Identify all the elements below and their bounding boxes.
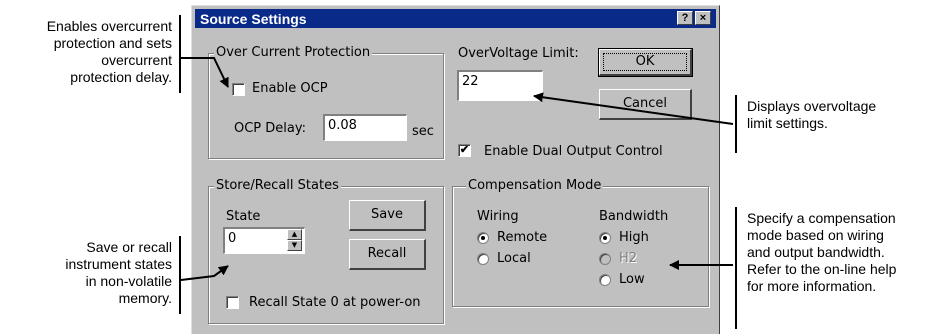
recall-poweron-checkbox[interactable]: [226, 296, 239, 309]
spin-up-button[interactable]: ▲: [287, 229, 302, 240]
compensation-group: [452, 186, 709, 307]
ok-focus-rect: [603, 53, 687, 71]
wiring-local-label: Local: [497, 251, 531, 266]
ovp-label: OverVoltage Limit:: [458, 46, 579, 61]
wiring-remote-label: Remote: [497, 230, 548, 245]
bandwidth-h2-radio: [599, 253, 611, 265]
radio-dot-icon: [481, 236, 485, 240]
recall-button[interactable]: Recall: [349, 239, 426, 270]
wiring-label: Wiring: [477, 209, 519, 224]
wiring-remote-radio[interactable]: [477, 232, 489, 244]
ovp-annotation: Displays overvoltage limit settings.: [747, 98, 877, 131]
save-button[interactable]: Save: [349, 200, 426, 231]
cancel-label: Cancel: [622, 96, 668, 111]
state-label: State: [226, 209, 261, 224]
store-recall-group-label: Store/Recall States: [214, 178, 341, 193]
bandwidth-h2-label: H2: [619, 251, 638, 266]
close-button[interactable]: ×: [695, 11, 711, 25]
state-annotation: Save or recall instrument states in non-…: [65, 239, 172, 306]
title-bar: Source Settings ? ×: [195, 9, 716, 28]
dialog-title: Source Settings: [200, 11, 307, 27]
ocp-delay-label: OCP Delay:: [234, 121, 306, 136]
ocp-annotation-bar: [179, 15, 181, 93]
ocp-group-label: Over Current Protection: [214, 45, 373, 60]
ocp-delay-field[interactable]: 0.08: [323, 114, 407, 141]
close-icon: ×: [699, 12, 707, 24]
wiring-local-radio[interactable]: [477, 253, 489, 265]
ocp-delay-unit: sec: [412, 124, 434, 139]
ocp-group: [208, 53, 444, 159]
spin-down-icon: ▼: [291, 241, 298, 249]
enable-ocp-checkbox[interactable]: [232, 83, 245, 96]
radio-dot-icon: [603, 236, 607, 240]
cancel-button[interactable]: Cancel: [599, 89, 692, 120]
recall-label: Recall: [367, 246, 407, 261]
dual-output-label: Enable Dual Output Control: [484, 144, 663, 159]
dual-output-checkbox[interactable]: ✔: [458, 144, 471, 157]
state-annotation-bar: [179, 236, 181, 314]
spin-up-icon: ▲: [291, 230, 298, 238]
ocp-annotation: Enables overcurrent protection and sets …: [46, 18, 172, 85]
help-icon: ?: [681, 12, 689, 24]
bandwidth-low-label: Low: [619, 272, 645, 287]
spin-down-button[interactable]: ▼: [287, 240, 302, 251]
state-value: 0: [228, 231, 237, 246]
compensation-group-label: Compensation Mode: [466, 178, 604, 193]
save-label: Save: [371, 207, 403, 222]
enable-ocp-label: Enable OCP: [252, 81, 328, 96]
ok-button[interactable]: OK: [598, 48, 693, 77]
bandwidth-high-radio[interactable]: [599, 232, 611, 244]
recall-poweron-label: Recall State 0 at power-on: [249, 295, 421, 310]
bandwidth-label: Bandwidth: [599, 209, 669, 224]
compensation-annotation: Specify a compensation mode based on wir…: [747, 210, 897, 294]
bandwidth-low-radio[interactable]: [599, 274, 611, 286]
compensation-annotation-bar: [735, 207, 737, 329]
state-spin-field[interactable]: 0 ▲ ▼: [223, 227, 305, 254]
ovp-annotation-bar: [735, 95, 737, 153]
help-button[interactable]: ?: [677, 11, 693, 25]
ovp-limit-field[interactable]: 22: [457, 70, 543, 101]
source-settings-dialog: Source Settings ? × Over Current Protect…: [191, 5, 720, 334]
check-mark-icon: ✔: [459, 144, 470, 156]
bandwidth-high-label: High: [619, 230, 649, 245]
